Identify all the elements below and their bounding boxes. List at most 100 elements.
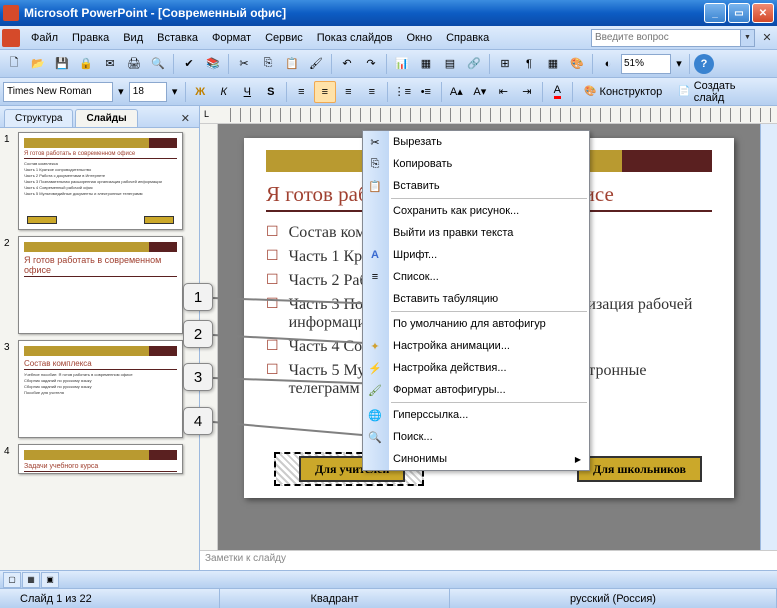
pane-close-button[interactable]: ✕ [176,110,195,127]
maximize-button[interactable]: ▭ [728,3,750,23]
status-language[interactable]: русский (Россия) [450,589,777,608]
font-dropdown[interactable]: ▾ [115,81,127,103]
research-button[interactable]: 📚 [202,53,224,75]
zoom-select[interactable] [621,54,671,74]
question-dropdown[interactable]: ▼ [741,29,755,47]
notes-pane[interactable]: Заметки к слайду [200,550,777,570]
expand-button[interactable]: ⊞ [494,53,516,75]
numbering-button[interactable]: ⋮≡ [392,81,414,103]
align-left-button[interactable]: ≡ [291,81,313,103]
format-painter-button[interactable]: 🖌 [305,53,327,75]
ctx-exit-text-edit[interactable]: Выйти из правки текста [363,222,589,244]
search-icon: 🔍 [367,429,383,445]
title-text: Microsoft PowerPoint - [Современный офис… [24,6,704,20]
chart-button[interactable]: 📊 [391,53,413,75]
menu-file[interactable]: Файл [24,29,65,47]
slide-thumbnail[interactable]: Состав комплекса Учебное пособие: Я гото… [18,340,183,438]
ctx-cut[interactable]: ✂Вырезать [363,131,589,153]
increase-indent-button[interactable]: ⇥ [516,81,538,103]
slide-thumbnail[interactable]: Я готов работать в современном офисе Сос… [18,132,183,230]
color-button[interactable]: 🎨 [566,53,588,75]
thumb-row[interactable]: 2 Я готов работать в современном офисе [4,236,195,334]
preview-button[interactable]: 🔍 [147,53,169,75]
ctx-copy[interactable]: ⎘Копировать [363,153,589,175]
show-format-button[interactable]: ¶ [518,53,540,75]
zoom-dropdown[interactable]: ▾ [673,53,685,75]
font-color-button[interactable]: A [547,81,569,103]
ctx-list[interactable]: ≡Список... [363,266,589,288]
size-select[interactable] [129,82,167,102]
menu-window[interactable]: Окно [400,29,440,47]
ctx-font[interactable]: AШрифт... [363,244,589,266]
align-right-button[interactable]: ≡ [338,81,360,103]
redo-button[interactable]: ↷ [360,53,382,75]
align-justify-button[interactable]: ≡ [361,81,383,103]
new-slide-button[interactable]: 📄 Создать слайд [671,81,774,103]
increase-font-button[interactable]: A▴ [446,81,468,103]
cut-button[interactable]: ✂ [233,53,255,75]
menu-view[interactable]: Вид [116,29,150,47]
tab-structure[interactable]: Структура [4,109,73,127]
menu-insert[interactable]: Вставка [150,29,205,47]
save-button[interactable]: 💾 [51,53,73,75]
decrease-indent-button[interactable]: ⇤ [493,81,515,103]
menu-edit[interactable]: Правка [65,29,116,47]
vertical-scrollbar[interactable] [760,124,777,550]
menu-format[interactable]: Формат [205,29,258,47]
align-center-button[interactable]: ≡ [314,81,336,103]
close-button[interactable]: ✕ [752,3,774,23]
hyperlink-button[interactable]: 🔗 [463,53,485,75]
ctx-synonyms[interactable]: Синонимы▶ [363,448,589,470]
slideshow-view-button[interactable]: ▣ [41,572,59,588]
ctx-paste[interactable]: 📋Вставить [363,175,589,197]
tables-borders-button[interactable]: ▤ [439,53,461,75]
ctx-action-settings[interactable]: ⚡Настройка действия... [363,357,589,379]
sorter-view-button[interactable]: ▦ [22,572,40,588]
minimize-button[interactable]: _ [704,3,726,23]
bold-button[interactable]: Ж [190,81,212,103]
decrease-font-button[interactable]: A▾ [469,81,491,103]
email-button[interactable]: ✉ [99,53,121,75]
open-button[interactable]: 📂 [27,53,49,75]
italic-button[interactable]: К [213,81,235,103]
button-students[interactable]: Для школьников [577,456,702,482]
copy-button[interactable]: ⎘ [257,53,279,75]
question-input[interactable] [591,29,741,47]
thumb-row[interactable]: 1 Я готов работать в современном офисе С… [4,132,195,230]
shadow-button[interactable]: S [260,81,282,103]
undo-button[interactable]: ↶ [336,53,358,75]
help-button[interactable]: ? [694,54,714,74]
table-button[interactable]: ▦ [415,53,437,75]
ctx-search[interactable]: 🔍Поиск... [363,426,589,448]
ctx-save-as-picture[interactable]: Сохранить как рисунок... [363,200,589,222]
spell-button[interactable]: ✔ [178,53,200,75]
ctx-hyperlink[interactable]: 🌐Гиперссылка... [363,404,589,426]
paste-button[interactable]: 📋 [281,53,303,75]
menu-tools[interactable]: Сервис [258,29,310,47]
menu-help[interactable]: Справка [439,29,496,47]
thumbnails-list[interactable]: 1 Я готов работать в современном офисе С… [0,128,199,570]
ctx-format-autofigure[interactable]: 🖌Формат автофигуры... [363,379,589,401]
ctx-insert-tab[interactable]: Вставить табуляцию [363,288,589,310]
new-button[interactable]: 🗋 [3,53,25,75]
normal-view-button[interactable]: ▢ [3,572,21,588]
bw-button[interactable]: ◐ [597,53,619,75]
horizontal-ruler[interactable]: L [200,106,777,124]
grid-button[interactable]: ▦ [542,53,564,75]
slide-thumbnail[interactable]: Задачи учебного курса [18,444,183,474]
thumb-row[interactable]: 4 Задачи учебного курса [4,444,195,474]
doc-close-button[interactable]: ✕ [759,30,775,46]
ctx-autofigure-default[interactable]: По умолчанию для автофигур [363,313,589,335]
tab-slides[interactable]: Слайды [75,109,137,127]
ctx-animation-settings[interactable]: ✦Настройка анимации... [363,335,589,357]
thumb-row[interactable]: 3 Состав комплекса Учебное пособие: Я го… [4,340,195,438]
menu-slideshow[interactable]: Показ слайдов [310,29,400,47]
size-dropdown[interactable]: ▾ [169,81,181,103]
font-select[interactable] [3,82,113,102]
slide-thumbnail[interactable]: Я готов работать в современном офисе [18,236,183,334]
bullets-button[interactable]: •≡ [415,81,437,103]
constructor-button[interactable]: 🎨 Конструктор [577,81,669,103]
underline-button[interactable]: Ч [237,81,259,103]
print-button[interactable]: 🖨 [123,53,145,75]
permission-button[interactable]: 🔒 [75,53,97,75]
